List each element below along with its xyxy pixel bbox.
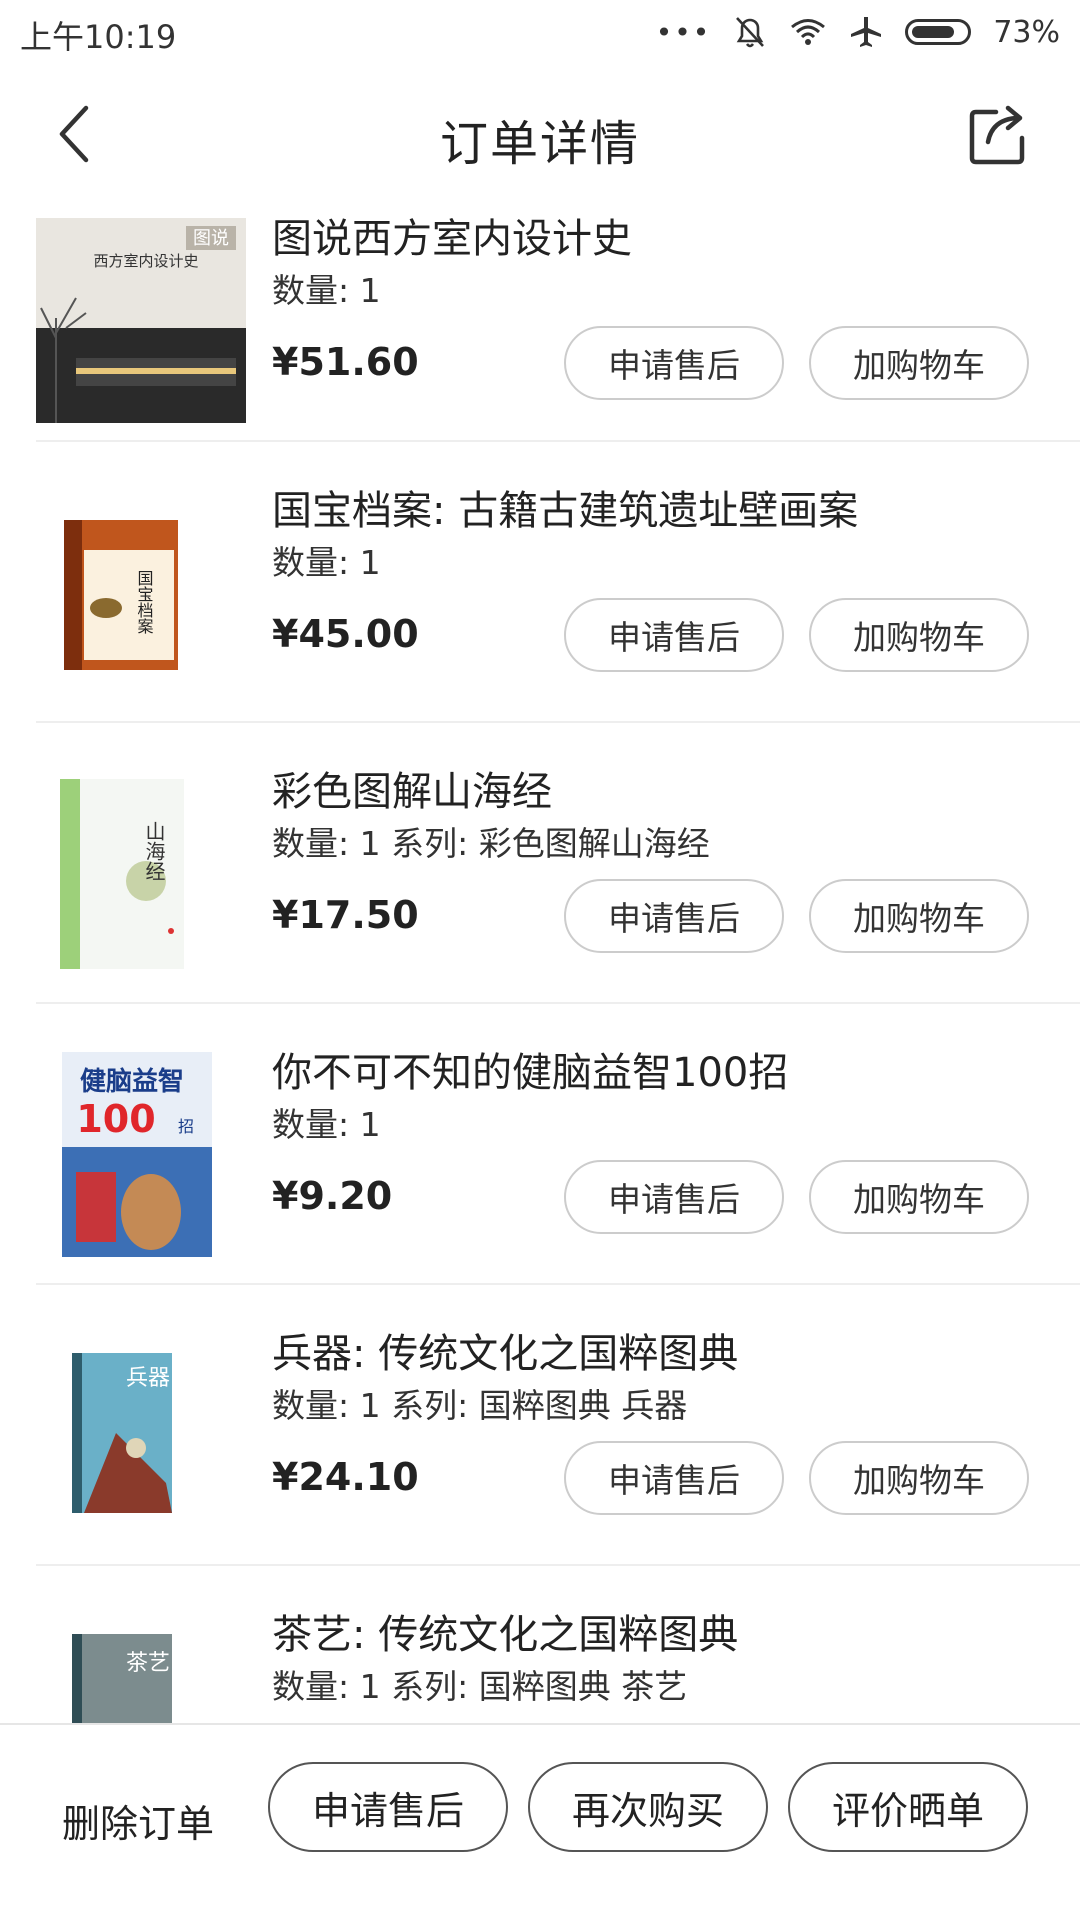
product-price: ¥9.20: [272, 1174, 393, 1218]
book-cover-image[interactable]: 健脑益智 100 招: [36, 1052, 246, 1257]
product-quantity: 数量: 1: [272, 1105, 381, 1144]
product-series: 数量: 1 系列: 彩色图解山海经: [272, 824, 710, 863]
add-to-cart-button[interactable]: 加购物车: [809, 1160, 1029, 1234]
more-notifications-icon: •••: [655, 15, 712, 49]
product-price: ¥51.60: [272, 340, 419, 384]
battery-level: 73%: [993, 14, 1060, 50]
product-quantity: 数量: 1: [272, 543, 381, 582]
book-cover-image[interactable]: 国宝档案: [36, 490, 246, 695]
product-title[interactable]: 图说西方室内设计史: [272, 206, 632, 264]
product-series: 数量: 1 系列: 国粹图典 兵器: [272, 1386, 688, 1425]
apply-after-sale-button[interactable]: 申请售后: [564, 598, 784, 672]
delete-order-link[interactable]: 删除订单: [62, 1793, 214, 1848]
order-item[interactable]: 国宝档案 国宝档案: 古籍古建筑遗址壁画案 数量: 1 ¥45.00 申请售后 …: [36, 442, 1080, 723]
order-item[interactable]: 茶艺 茶艺: 传统文化之国粹图典 数量: 1 系列: 国粹图典 茶艺: [36, 1566, 1080, 1723]
svg-text:招: 招: [178, 1117, 194, 1136]
svg-text:健脑益智: 健脑益智: [80, 1067, 184, 1097]
nav-bar: 订单详情: [0, 66, 1080, 200]
status-icons: ••• 73%: [656, 10, 1060, 54]
order-items-list[interactable]: 图说 西方室内设计史 图说西方室内设计史 数量: 1 ¥51.60 申请售后 加…: [0, 200, 1080, 1723]
svg-text:西方室内设计史: 西方室内设计史: [93, 252, 198, 270]
product-quantity: 数量: 1: [272, 271, 381, 310]
add-to-cart-button[interactable]: 加购物车: [809, 598, 1029, 672]
svg-text:兵器: 兵器: [126, 1366, 170, 1391]
product-title[interactable]: 茶艺: 传统文化之国粹图典: [272, 1602, 738, 1660]
status-time: 上午10:19: [20, 18, 177, 56]
product-title[interactable]: 你不可不知的健脑益智100招: [272, 1040, 788, 1098]
add-to-cart-button[interactable]: 加购物车: [809, 1441, 1029, 1515]
airplane-icon: [851, 17, 882, 47]
wifi-icon: [791, 19, 826, 45]
add-to-cart-button[interactable]: 加购物车: [809, 879, 1029, 953]
share-icon[interactable]: [966, 100, 1032, 166]
svg-text:100: 100: [76, 1097, 155, 1141]
review-order-button[interactable]: 评价晒单: [788, 1762, 1028, 1852]
product-price: ¥17.50: [272, 893, 419, 937]
bottom-action-bar: 删除订单 申请售后 再次购买 评价晒单: [0, 1723, 1080, 1922]
product-price: ¥45.00: [272, 612, 419, 656]
book-cover-image[interactable]: 茶艺: [36, 1614, 246, 1723]
order-item[interactable]: 山海经 彩色图解山海经 数量: 1 系列: 彩色图解山海经 ¥17.50 申请售…: [36, 723, 1080, 1004]
order-item[interactable]: 图说 西方室内设计史 图说西方室内设计史 数量: 1 ¥51.60 申请售后 加…: [36, 200, 1080, 442]
status-bar: 上午10:19 ••• 73%: [0, 0, 1080, 66]
page-title: 订单详情: [439, 116, 640, 172]
buy-again-button[interactable]: 再次购买: [528, 1762, 768, 1852]
product-title[interactable]: 兵器: 传统文化之国粹图典: [272, 1321, 738, 1379]
book-cover-image[interactable]: 兵器: [36, 1333, 246, 1538]
svg-text:国宝档案: 国宝档案: [135, 570, 154, 634]
apply-after-sale-button[interactable]: 申请售后: [564, 879, 784, 953]
battery-icon: [905, 19, 972, 45]
product-title[interactable]: 国宝档案: 古籍古建筑遗址壁画案: [272, 478, 858, 536]
svg-text:图说: 图说: [193, 228, 229, 249]
apply-after-sale-button[interactable]: 申请售后: [564, 326, 784, 400]
book-cover-image[interactable]: 图说 西方室内设计史: [36, 218, 246, 423]
silent-bell-icon: [736, 17, 765, 48]
order-item[interactable]: 健脑益智 100 招 你不可不知的健脑益智100招 数量: 1 ¥9.20 申请…: [36, 1004, 1080, 1285]
apply-after-sale-button[interactable]: 申请售后: [564, 1441, 784, 1515]
add-to-cart-button[interactable]: 加购物车: [809, 326, 1029, 400]
product-title[interactable]: 彩色图解山海经: [272, 759, 552, 817]
svg-text:茶艺: 茶艺: [126, 1651, 170, 1676]
product-series: 数量: 1 系列: 国粹图典 茶艺: [272, 1667, 688, 1706]
order-item[interactable]: 兵器 兵器: 传统文化之国粹图典 数量: 1 系列: 国粹图典 兵器 ¥24.1…: [36, 1285, 1080, 1566]
apply-after-sale-button[interactable]: 申请售后: [564, 1160, 784, 1234]
book-cover-image[interactable]: 山海经: [36, 771, 246, 976]
svg-text:山海经: 山海经: [142, 821, 166, 881]
apply-after-sale-order-button[interactable]: 申请售后: [268, 1762, 508, 1852]
product-price: ¥24.10: [272, 1455, 419, 1499]
